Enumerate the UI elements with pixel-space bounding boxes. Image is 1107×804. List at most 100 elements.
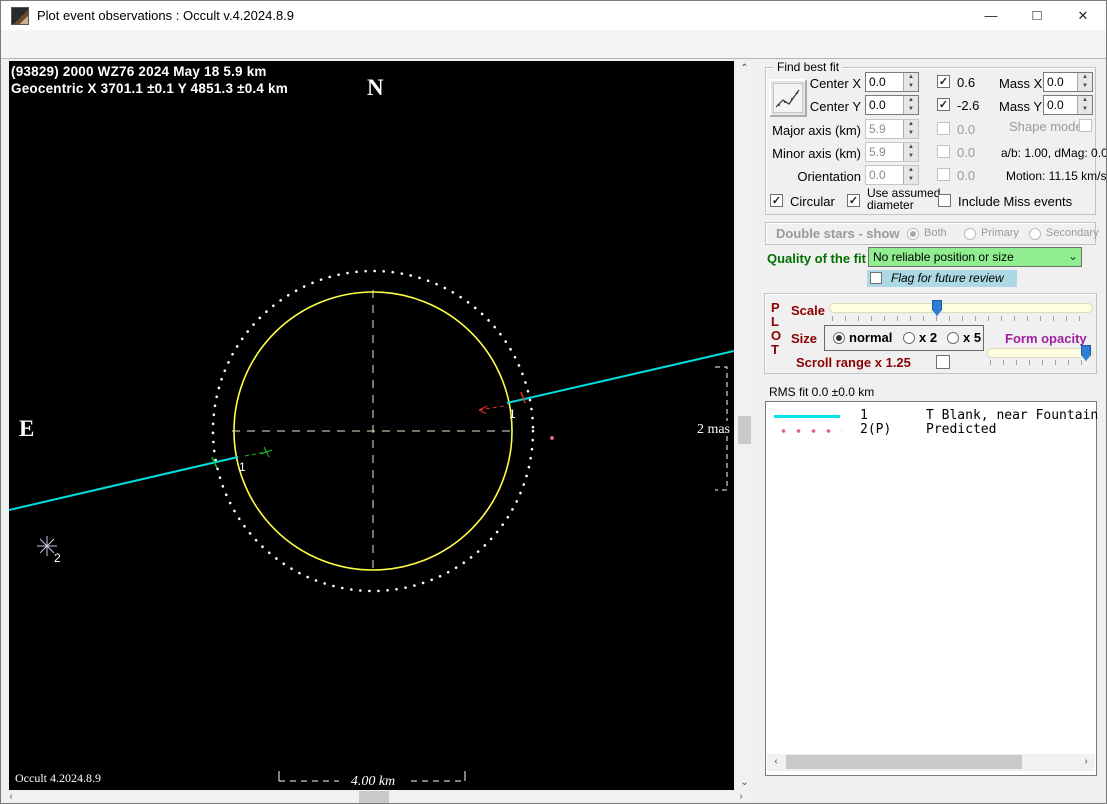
app-icon[interactable]: [11, 7, 29, 25]
north-label: N: [367, 75, 384, 100]
spinner-arrows-icon[interactable]: ▲ ▼: [903, 96, 918, 114]
opacity-slider-thumb[interactable]: [1081, 345, 1091, 361]
size-x2-radio[interactable]: [903, 332, 915, 344]
scale-label: Scale: [791, 303, 825, 318]
spinner-arrows-icon[interactable]: ▲ ▼: [1077, 96, 1092, 114]
spinner-arrows-icon: ▲ ▼: [903, 166, 918, 184]
use-assumed-checkbox[interactable]: [847, 194, 860, 207]
quality-selected-value: No reliable position or size: [873, 250, 1014, 264]
fit-y-check-label: -2.6: [957, 98, 980, 113]
major-axis-label: Major axis (km): [772, 123, 861, 138]
major-axis-spinner[interactable]: 5.9 ▲ ▼: [865, 119, 919, 139]
plot-version-label: Occult 4.2024.8.9: [15, 771, 101, 785]
orientation-spinner[interactable]: 0.0 ▲ ▼: [865, 165, 919, 185]
app-window: Plot event observations : Occult v.4.202…: [0, 0, 1107, 804]
size-x2-label: x 2: [919, 330, 938, 345]
double-stars-group: Double stars - show Both Primary Seconda…: [765, 222, 1099, 245]
size-x5-radio[interactable]: [947, 332, 959, 344]
legend-horizontal-scrollbar[interactable]: ‹ ›: [767, 754, 1095, 771]
circular-checkbox[interactable]: [770, 194, 783, 207]
scroll-right-icon[interactable]: ›: [734, 791, 748, 802]
include-miss-checkbox[interactable]: [938, 194, 951, 207]
quality-label: Quality of the fit: [767, 251, 866, 266]
center-y-spinner[interactable]: 0.0 ▲ ▼: [865, 95, 919, 115]
fit-x-checkbox[interactable]: [937, 75, 950, 88]
mass-x-value[interactable]: 0.0: [1044, 73, 1077, 91]
scale-slider-thumb[interactable]: [932, 300, 942, 316]
orientation-label: Orientation: [797, 169, 861, 184]
scroll-left-icon[interactable]: ‹: [769, 756, 783, 767]
shape-model-checkbox: [1079, 119, 1092, 132]
scroll-up-icon[interactable]: ⌃: [736, 63, 753, 74]
plot-horizontal-scrollbar[interactable]: ‹ ›: [2, 790, 750, 803]
legend-listbox[interactable]: 1 T Blank, near Fountain 2(P) Predicted …: [765, 401, 1098, 776]
legend-scroll-thumb[interactable]: [786, 755, 1022, 769]
scroll-range-checkbox[interactable]: [936, 355, 950, 369]
quality-select[interactable]: No reliable position or size ⌄: [868, 247, 1082, 267]
orientation-value[interactable]: 0.0: [866, 166, 903, 184]
minor-axis-spinner[interactable]: 5.9 ▲ ▼: [865, 142, 919, 162]
double-secondary-label: Secondary: [1046, 227, 1099, 239]
size-normal-label: normal: [849, 330, 893, 345]
plot-vertical-scrollbar[interactable]: ⌃ ⌄: [736, 61, 753, 790]
include-miss-label: Include Miss events: [958, 194, 1073, 209]
scale-slider-track[interactable]: [829, 303, 1093, 313]
opacity-slider-ticks: [990, 360, 1090, 365]
mass-y-spinner[interactable]: 0.0 ▲ ▼: [1043, 95, 1093, 115]
legend-item-2-name[interactable]: Predicted: [926, 422, 996, 437]
window-title: Plot event observations : Occult v.4.202…: [37, 8, 295, 23]
plot-letter-t: T: [771, 342, 779, 357]
center-y-value[interactable]: 0.0: [866, 96, 903, 114]
minor-axis-value[interactable]: 5.9: [866, 143, 903, 161]
double-primary-radio: [964, 228, 976, 240]
major-axis-err-label: 0.0: [957, 122, 976, 137]
opacity-slider-track[interactable]: [987, 348, 1093, 358]
vertical-scroll-thumb[interactable]: [738, 416, 751, 444]
chord-line-east: [506, 350, 734, 404]
plot-letter-l: L: [771, 314, 779, 329]
motion-label: Motion: 11.15 km/s: [1006, 169, 1107, 183]
spinner-arrows-icon[interactable]: ▲ ▼: [1077, 73, 1092, 91]
close-button[interactable]: ✕: [1060, 1, 1106, 30]
chevron-down-icon[interactable]: ⌄: [1068, 249, 1078, 263]
scroll-right-icon[interactable]: ›: [1079, 756, 1093, 767]
title-bar: Plot event observations : Occult v.4.202…: [1, 1, 1106, 30]
circular-label: Circular: [790, 194, 835, 209]
chord-label-left: 1: [239, 460, 246, 474]
double-primary-label: Primary: [981, 227, 1019, 239]
mass-y-value[interactable]: 0.0: [1044, 96, 1077, 114]
red-tick: [520, 391, 526, 404]
flag-review-checkbox[interactable]: [870, 272, 882, 284]
minimize-button[interactable]: —: [968, 1, 1014, 30]
plot-letter-p: P: [771, 300, 780, 315]
chord-line-west: [9, 456, 239, 511]
ab-dmag-label: a/b: 1.00, dMag: 0.00: [1001, 146, 1107, 160]
fit-y-checkbox[interactable]: [937, 98, 950, 111]
scroll-left-icon[interactable]: ‹: [4, 791, 18, 802]
scale-slider-ticks: [832, 316, 1090, 321]
mass-x-label: Mass X: [999, 76, 1043, 91]
legend-item-1-num[interactable]: 1: [860, 408, 868, 423]
scroll-down-icon[interactable]: ⌄: [736, 777, 753, 788]
horizontal-scroll-thumb[interactable]: [359, 791, 389, 803]
legend-item-1-name[interactable]: T Blank, near Fountain: [926, 408, 1098, 423]
center-x-value[interactable]: 0.0: [866, 73, 903, 91]
legend-swatch-dotted-pink: [774, 428, 842, 434]
legend-item-2-num[interactable]: 2(P): [860, 422, 891, 437]
center-y-label: Center Y: [809, 99, 861, 114]
find-best-fit-title: Find best fit: [774, 60, 843, 74]
plot-header-line1: (93829) 2000 WZ76 2024 May 18 5.9 km: [11, 64, 267, 79]
plot-header-line2: Geocentric X 3701.1 ±0.1 Y 4851.3 ±0.4 k…: [11, 81, 288, 96]
size-normal-radio[interactable]: [833, 332, 845, 344]
double-both-label: Both: [924, 227, 947, 239]
maximize-button[interactable]: □: [1014, 1, 1060, 30]
mass-x-spinner[interactable]: 0.0 ▲ ▼: [1043, 72, 1093, 92]
major-axis-value[interactable]: 5.9: [866, 120, 903, 138]
minor-axis-label: Minor axis (km): [772, 146, 861, 161]
double-secondary-radio: [1029, 228, 1041, 240]
spinner-arrows-icon[interactable]: ▲ ▼: [903, 73, 918, 91]
occultation-plot[interactable]: 1 1 2 2 mas 4.00 km Occult 4.2024.8.9 (9…: [9, 61, 734, 790]
orientation-fit-checkbox: [937, 168, 950, 181]
center-x-spinner[interactable]: 0.0 ▲ ▼: [865, 72, 919, 92]
plot-controls-group: P L O T Scale Size normal x 2 x 5 Form o…: [764, 293, 1097, 374]
